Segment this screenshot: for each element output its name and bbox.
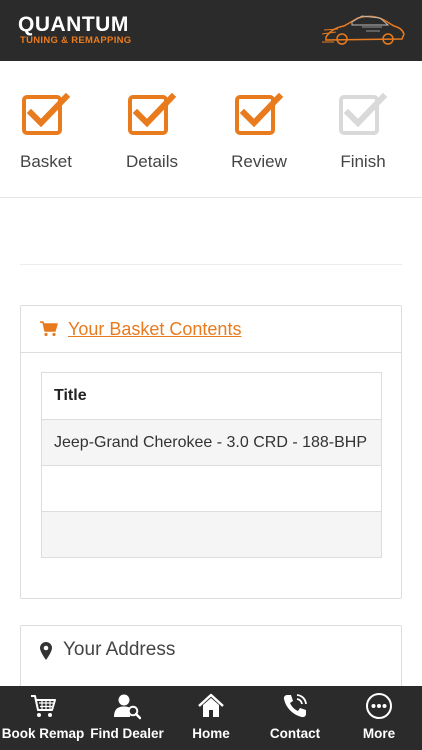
step-label: Finish	[340, 152, 386, 171]
table-row: Jeep-Grand Cherokee - 3.0 CRD - 188-BHP	[42, 419, 381, 465]
phone-icon	[283, 694, 307, 718]
nav-label: Find Dealer	[90, 726, 164, 741]
basket-panel: Your Basket Contents Title Jeep-Grand Ch…	[20, 305, 402, 599]
checkbox-checked-icon	[235, 92, 284, 135]
nav-label: Home	[192, 726, 230, 741]
checkbox-unchecked-icon	[339, 92, 388, 135]
basket-table: Title Jeep-Grand Cherokee - 3.0 CRD - 18…	[41, 372, 382, 558]
table-row	[42, 511, 381, 557]
bottom-nav: Book Remap Find Dealer Home Contact More	[0, 686, 422, 750]
nav-label: Book Remap	[1, 726, 85, 741]
checkout-steps: Basket Details Review Finish	[0, 61, 422, 198]
address-title: Your Address	[63, 639, 176, 660]
basket-panel-header: Your Basket Contents	[21, 306, 401, 353]
step-label: Review	[231, 152, 287, 171]
table-cell-title	[42, 466, 381, 480]
logo-sub-text: TUNING & REMAPPING	[20, 35, 132, 46]
nav-find-dealer[interactable]: Find Dealer	[86, 686, 168, 750]
nav-label: More	[362, 726, 396, 741]
user-search-icon	[114, 694, 142, 720]
step-details: Details	[112, 92, 192, 172]
step-label: Basket	[20, 152, 72, 171]
step-finish: Finish	[323, 92, 403, 172]
step-review: Review	[219, 92, 299, 172]
table-row	[42, 465, 381, 511]
cart-icon	[31, 695, 56, 717]
checkbox-checked-icon	[22, 92, 71, 135]
top-bar: QUANTUM TUNING & REMAPPING	[0, 0, 422, 61]
home-icon	[198, 693, 224, 717]
table-cell-title: Jeep-Grand Cherokee - 3.0 CRD - 188-BHP	[42, 420, 381, 452]
table-cell-title	[42, 512, 381, 526]
car-logo-icon	[322, 15, 405, 45]
nav-contact[interactable]: Contact	[254, 686, 336, 750]
step-basket: Basket	[6, 92, 86, 172]
logo-main-text: QUANTUM	[18, 13, 129, 36]
more-icon	[366, 693, 392, 719]
step-label: Details	[126, 152, 178, 171]
map-pin-icon	[40, 642, 52, 660]
table-header-row: Title	[42, 373, 381, 419]
quantum-logo[interactable]: QUANTUM TUNING & REMAPPING	[18, 14, 132, 46]
nav-label: Contact	[269, 726, 321, 741]
nav-more[interactable]: More	[336, 686, 422, 750]
divider	[20, 264, 402, 265]
cart-icon	[40, 321, 58, 337]
nav-book-remap[interactable]: Book Remap	[0, 686, 86, 750]
checkbox-checked-icon	[128, 92, 177, 135]
basket-title-link[interactable]: Your Basket Contents	[68, 319, 241, 340]
nav-home[interactable]: Home	[168, 686, 254, 750]
column-header-title: Title	[54, 387, 87, 404]
